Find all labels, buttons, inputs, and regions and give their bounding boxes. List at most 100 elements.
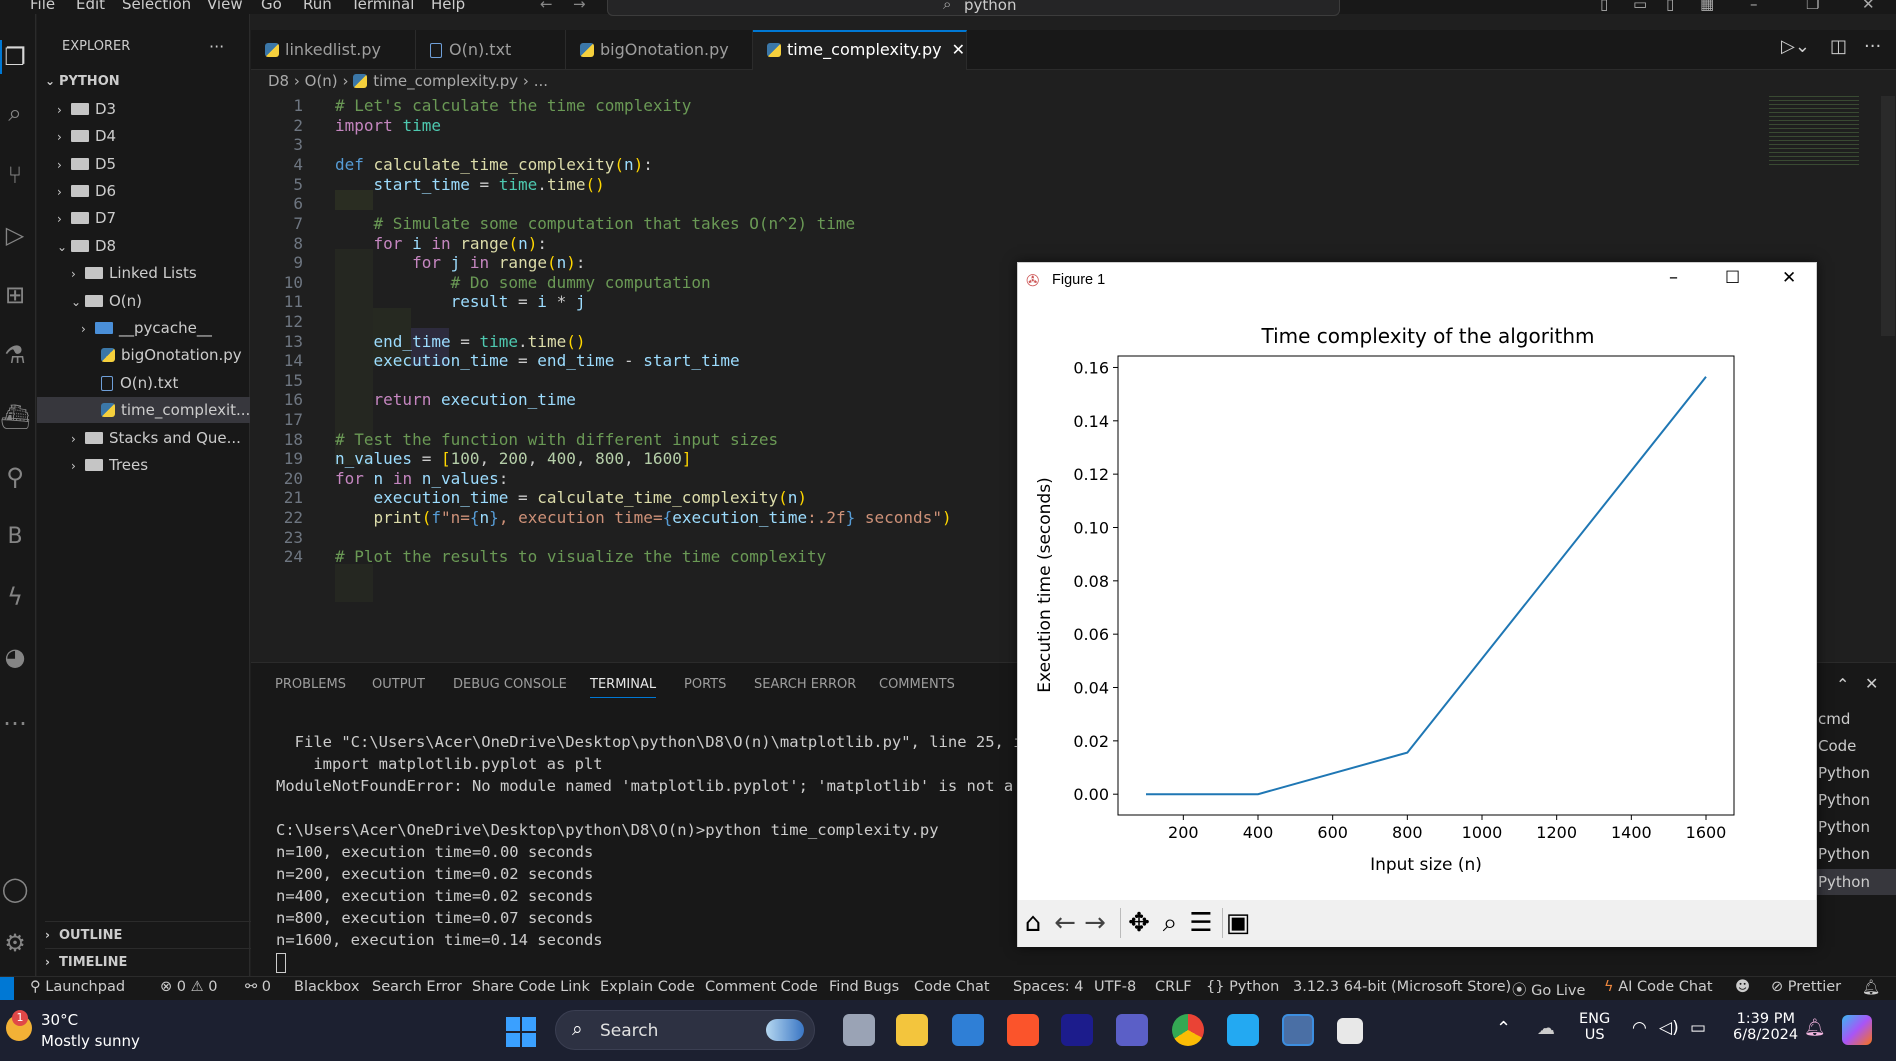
tree-item-d5[interactable]: › D5 bbox=[57, 151, 270, 177]
explorer-icon[interactable]: ❐ bbox=[0, 42, 30, 72]
status-explain-code[interactable]: Explain Code bbox=[600, 979, 695, 995]
status-ai-code-chat[interactable]: ϟ AI Code Chat bbox=[1604, 979, 1713, 995]
brave-browser-icon[interactable] bbox=[1007, 1014, 1039, 1046]
tab-search-error[interactable]: SEARCH ERROR bbox=[754, 677, 856, 692]
python-figure-icon[interactable] bbox=[1282, 1014, 1314, 1046]
workspace-section[interactable]: ⌄ PYTHON bbox=[45, 68, 258, 94]
menu-edit[interactable]: Edit bbox=[76, 0, 105, 13]
notification-bell-icon[interactable]: 🔔︎ bbox=[1804, 1018, 1826, 1038]
breadcrumb-file[interactable]: time_complexity.py bbox=[373, 72, 518, 90]
copilot-icon[interactable]: ☻ bbox=[1735, 979, 1750, 995]
task-view-icon[interactable] bbox=[843, 1014, 875, 1046]
clock[interactable]: 1:39 PM 6/8/2024 bbox=[1733, 1011, 1798, 1043]
minimize-icon[interactable]: – bbox=[1669, 267, 1678, 288]
tree-item-d4[interactable]: › D4 bbox=[57, 123, 270, 149]
microsoft-store-icon[interactable] bbox=[952, 1014, 984, 1046]
split-editor-icon[interactable]: ◫ bbox=[1830, 36, 1847, 57]
file-explorer-icon[interactable] bbox=[896, 1014, 928, 1046]
launchpad-item[interactable]: ⚲ Launchpad bbox=[30, 979, 125, 995]
status-encoding[interactable]: UTF-8 bbox=[1094, 979, 1136, 995]
run-debug-icon[interactable]: ▷ bbox=[0, 220, 30, 250]
tab-debug-console[interactable]: DEBUG CONSOLE bbox=[453, 677, 567, 692]
windows-start-icon[interactable] bbox=[506, 1017, 536, 1047]
terminal-list-item[interactable]: Python bbox=[1818, 764, 1870, 782]
testing-icon[interactable]: ⚗ bbox=[0, 340, 30, 370]
tab-terminal[interactable]: TERMINAL bbox=[590, 677, 657, 698]
layout-panel-icon[interactable]: ▭ bbox=[1633, 0, 1647, 13]
terminal-list-item[interactable]: Python bbox=[1818, 845, 1870, 863]
close-tab-icon[interactable]: ✕ bbox=[952, 40, 965, 59]
terminal-list-item[interactable]: Python bbox=[1818, 818, 1870, 836]
menu-help[interactable]: Help bbox=[431, 0, 465, 13]
breadcrumb-d8[interactable]: D8 bbox=[268, 72, 289, 90]
status-search-error[interactable]: Search Error bbox=[372, 979, 462, 995]
figure-titlebar[interactable]: ✇ Figure 1 – ☐ ✕ bbox=[1018, 263, 1816, 299]
terminal-list-item-active[interactable]: Python bbox=[1809, 869, 1896, 895]
chevron-up-icon[interactable]: ⌃ bbox=[1496, 1018, 1511, 1039]
layout-customize-icon[interactable]: ▦ bbox=[1700, 0, 1714, 13]
vscode-icon[interactable] bbox=[1227, 1014, 1259, 1046]
tab-time-complexity[interactable]: time_complexity.py ✕ bbox=[753, 30, 967, 70]
terminal-list-item[interactable]: Python bbox=[1818, 791, 1870, 809]
tree-item-d6[interactable]: › D6 bbox=[57, 178, 270, 204]
back-icon[interactable]: ← bbox=[1050, 908, 1080, 938]
minimize-icon[interactable]: – bbox=[1750, 0, 1758, 13]
docker-icon[interactable]: ⛴ bbox=[0, 402, 30, 432]
more-actions-icon[interactable]: ··· bbox=[209, 34, 239, 60]
minimap[interactable] bbox=[1769, 96, 1859, 166]
command-center-search[interactable]: ⌕ python bbox=[607, 0, 1340, 16]
weather-temp[interactable]: 30°C bbox=[41, 1011, 78, 1029]
tree-item-d7[interactable]: › D7 bbox=[57, 205, 270, 231]
tab-output[interactable]: OUTPUT bbox=[372, 677, 425, 692]
taskbar-search[interactable]: ⌕ Search bbox=[555, 1010, 815, 1050]
menu-view[interactable]: View bbox=[207, 0, 243, 13]
notifications-bell-icon[interactable]: 🔔︎ bbox=[1862, 979, 1880, 996]
status-share-code-link[interactable]: Share Code Link bbox=[472, 979, 590, 995]
tree-item-d3[interactable]: › D3 bbox=[57, 96, 270, 122]
menu-go[interactable]: Go bbox=[261, 0, 282, 13]
tab-linkedlist[interactable]: linkedlist.py bbox=[251, 30, 416, 70]
configure-subplots-icon[interactable]: ☰ bbox=[1186, 908, 1216, 938]
timeline-section[interactable]: › TIMELINE bbox=[45, 948, 258, 974]
forward-arrow-icon[interactable]: → bbox=[573, 0, 586, 13]
layout-sidebar-icon[interactable]: ▯ bbox=[1600, 0, 1608, 13]
live-share-icon[interactable]: ⚲ bbox=[0, 462, 30, 492]
status-find-bugs[interactable]: Find Bugs bbox=[829, 979, 899, 995]
run-icon[interactable]: ▷⌄ bbox=[1781, 36, 1810, 57]
status-interpreter[interactable]: 3.12.3 64-bit (Microsoft Store) bbox=[1293, 979, 1511, 995]
outline-section[interactable]: › OUTLINE bbox=[45, 921, 258, 947]
extensions-icon[interactable]: ⊞ bbox=[0, 280, 30, 310]
tab-bigonotation[interactable]: bigOnotation.py bbox=[566, 30, 753, 70]
tab-problems[interactable]: PROBLEMS bbox=[275, 677, 346, 692]
back-arrow-icon[interactable]: ← bbox=[540, 0, 553, 13]
breadcrumb-symbol[interactable]: ... bbox=[534, 72, 548, 90]
remote-indicator[interactable] bbox=[0, 977, 14, 1001]
status-prettier[interactable]: ⊘ Prettier bbox=[1771, 979, 1841, 995]
tree-item-time-complexity[interactable]: time_complexit... bbox=[37, 397, 250, 423]
tab-ports[interactable]: PORTS bbox=[684, 677, 726, 692]
search-icon[interactable]: ⌕ bbox=[0, 98, 30, 128]
forward-icon[interactable]: → bbox=[1080, 908, 1110, 938]
breadcrumb-o-n[interactable]: O(n) bbox=[305, 72, 338, 90]
settings-gear-icon[interactable]: ⚙ bbox=[0, 928, 30, 958]
volume-icon[interactable]: ◁) bbox=[1659, 1018, 1679, 1038]
copilot-taskbar-icon[interactable] bbox=[1842, 1015, 1872, 1045]
problems-item[interactable]: ⊗ 0 ⚠ 0 bbox=[160, 979, 217, 995]
weather-desc[interactable]: Mostly sunny bbox=[41, 1032, 140, 1050]
blackbox-icon[interactable]: B bbox=[0, 522, 30, 552]
more-actions-icon[interactable]: ··· bbox=[1864, 36, 1881, 57]
status-code-chat[interactable]: Code Chat bbox=[914, 979, 990, 995]
editor-scrollbar[interactable] bbox=[1881, 96, 1895, 336]
figure-window[interactable]: ✇ Figure 1 – ☐ ✕ Time complexity of the … bbox=[1017, 262, 1817, 947]
layout-secondary-icon[interactable]: ▯ bbox=[1666, 0, 1674, 13]
account-icon[interactable]: ◯ bbox=[0, 874, 30, 904]
maximize-panel-icon[interactable]: ⌃ bbox=[1836, 675, 1849, 694]
lightning-icon[interactable]: ϟ bbox=[0, 582, 30, 612]
wifi-icon[interactable]: ◠ bbox=[1632, 1018, 1647, 1038]
menu-selection[interactable]: Selection bbox=[122, 0, 191, 13]
onedrive-icon[interactable]: ☁ bbox=[1537, 1018, 1555, 1039]
maximize-icon[interactable]: ☐ bbox=[1725, 268, 1740, 288]
menu-terminal[interactable]: Terminal bbox=[351, 0, 414, 13]
tab-comments[interactable]: COMMENTS bbox=[879, 677, 955, 692]
menu-file[interactable]: File bbox=[30, 0, 55, 13]
